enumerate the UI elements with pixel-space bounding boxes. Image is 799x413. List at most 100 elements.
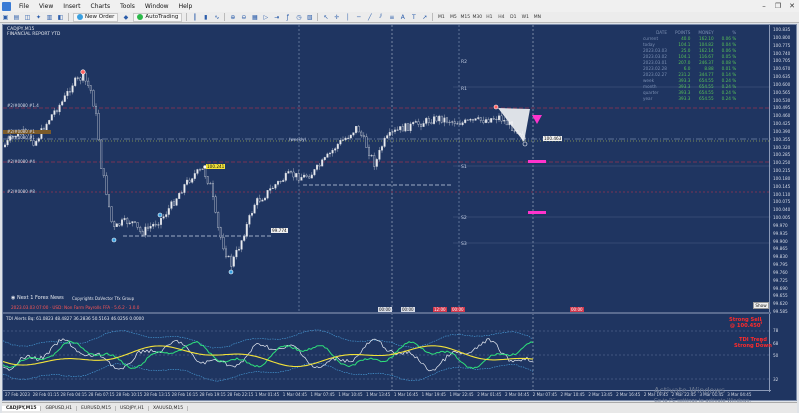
minimize-icon[interactable]: – xyxy=(757,2,771,10)
trendline-icon[interactable]: ╱ xyxy=(365,13,374,21)
price-axis[interactable]: 100.835 100.800 100.775 100.740 100.705 100.6… xyxy=(769,25,796,314)
text-icon[interactable]: A xyxy=(398,13,407,21)
indicators-icon[interactable]: ƒ xyxy=(283,13,292,21)
target-marker xyxy=(528,160,546,163)
tdi-market-base-line xyxy=(3,345,534,368)
chart-tab[interactable]: GBPUSD,H1 xyxy=(41,405,78,411)
restore-icon[interactable]: ❐ xyxy=(771,2,785,10)
metaeditor-icon[interactable]: ◆ xyxy=(121,13,130,21)
report-row: 2023.02.27 231.2 344.77 0.14 % xyxy=(639,71,740,77)
vertical-line-icon[interactable]: │ xyxy=(343,13,352,21)
menu-help[interactable]: Help xyxy=(174,3,198,10)
menu-window[interactable]: Window xyxy=(140,3,174,10)
price-tick: 99.620 xyxy=(773,301,788,307)
menu-tools[interactable]: Tools xyxy=(115,3,140,10)
market-watch-icon[interactable]: ◫ xyxy=(23,13,32,21)
candle-body xyxy=(277,181,280,185)
candle-body xyxy=(94,105,97,114)
level-label-s1: S1 xyxy=(461,165,467,170)
candle-body xyxy=(45,123,48,131)
candle-body xyxy=(362,135,365,137)
candle-body xyxy=(485,119,488,123)
new-chart-icon[interactable]: ▣ xyxy=(1,13,10,21)
new-order-label: New Order xyxy=(85,14,115,20)
navigator-icon[interactable]: ✦ xyxy=(34,13,43,21)
menu-insert[interactable]: Insert xyxy=(58,3,85,10)
candle-body xyxy=(50,114,53,121)
candle-body xyxy=(123,218,126,220)
bar-chart-icon[interactable]: ┃ xyxy=(190,13,199,21)
timeframe-m30[interactable]: M30 xyxy=(471,15,483,20)
zoom-out-icon[interactable]: ⊖ xyxy=(239,13,248,21)
candle-body xyxy=(305,174,308,177)
candle-body xyxy=(500,115,503,122)
menu-charts[interactable]: Charts xyxy=(86,3,116,10)
autotrading-button[interactable]: AutoTrading xyxy=(133,12,183,22)
candle-body xyxy=(118,223,121,226)
chart-tab[interactable]: CADJPY,M15 xyxy=(2,405,42,411)
profiles-icon[interactable]: ▤ xyxy=(12,13,21,21)
timeframe-h1[interactable]: H1 xyxy=(483,15,495,20)
candle-body xyxy=(274,184,277,189)
timeframe-d1[interactable]: D1 xyxy=(507,15,519,20)
autotrading-label: AutoTrading xyxy=(145,14,179,20)
chart-tab[interactable]: EURUSD,M15 xyxy=(77,405,116,411)
candle-body xyxy=(505,120,508,126)
swing-high-marker xyxy=(80,69,86,75)
crosshair-icon[interactable]: ✛ xyxy=(332,13,341,21)
swing-high-marker xyxy=(493,104,499,110)
candlestick-icon[interactable]: ▮ xyxy=(201,13,210,21)
timeframe-mn[interactable]: MN xyxy=(531,15,543,20)
timeframe-m5[interactable]: M5 xyxy=(447,15,459,20)
candle-body xyxy=(422,123,425,127)
timeframe-m1[interactable]: M1 xyxy=(435,15,447,20)
candle-body xyxy=(469,119,472,121)
indicator-tick: 32 xyxy=(773,377,779,382)
candle-body xyxy=(217,212,220,228)
timeframe-w1[interactable]: W1 xyxy=(519,15,531,20)
candle-body xyxy=(292,171,295,178)
candle-body xyxy=(37,138,40,142)
cursor-icon[interactable]: ↖ xyxy=(321,13,330,21)
candle-body xyxy=(105,175,108,195)
tile-icon[interactable]: ▦ xyxy=(250,13,259,21)
chart-tab[interactable]: XAUUSD,M15 xyxy=(149,405,189,411)
periods-icon[interactable]: ◷ xyxy=(294,13,303,21)
chart-tab[interactable]: USDJPY,H1 xyxy=(116,405,149,411)
close-icon[interactable]: ✕ xyxy=(785,2,799,10)
templates-icon[interactable]: ▧ xyxy=(305,13,314,21)
label-icon[interactable]: T xyxy=(409,13,418,21)
app-icon xyxy=(2,1,11,11)
new-order-button[interactable]: New Order xyxy=(73,12,119,22)
show-button[interactable]: Show xyxy=(753,302,769,309)
swing-low-marker xyxy=(111,237,117,243)
menu-view[interactable]: View xyxy=(34,3,58,10)
time-tick: 1 Mar 10:45 xyxy=(338,392,363,397)
chart-shift-icon[interactable]: ⇥ xyxy=(272,13,281,21)
arrows-icon[interactable]: ➚ xyxy=(420,13,429,21)
candle-body xyxy=(386,135,389,139)
tester-icon[interactable]: ◧ xyxy=(56,13,65,21)
line-chart-icon[interactable]: ∿ xyxy=(212,13,221,21)
autoscroll-icon[interactable]: ▷ xyxy=(261,13,270,21)
report-cell: 2023.02.27 xyxy=(643,71,667,77)
channel-icon[interactable]: ⫽ xyxy=(376,13,385,21)
report-cell: 2023.02.28 xyxy=(643,65,667,71)
financial-report-table: DATE POINTS MONEY % current 40.0 162.10 0.0… xyxy=(639,30,740,101)
terminal-icon[interactable]: ▥ xyxy=(45,13,54,21)
candle-body xyxy=(342,139,345,141)
fibonacci-icon[interactable]: ≡ xyxy=(387,13,396,21)
report-cell: 2023.03.03 xyxy=(643,47,667,53)
candle-body xyxy=(378,150,381,160)
timeframe-m15[interactable]: M15 xyxy=(459,15,471,20)
menu-file[interactable]: File xyxy=(14,3,34,10)
candle-body xyxy=(149,226,152,229)
price-tick: 99.865 xyxy=(773,246,788,252)
candle-body xyxy=(32,140,35,146)
chart-window[interactable]: CADJPY,M15 FINANCIAL REPORT YTD #2/#0080… xyxy=(2,24,797,401)
horizontal-line-icon[interactable]: ─ xyxy=(354,13,363,21)
candle-body xyxy=(131,221,134,224)
timeframe-h4[interactable]: H4 xyxy=(495,15,507,20)
zoom-in-icon[interactable]: ⊕ xyxy=(228,13,237,21)
pane-separator[interactable] xyxy=(3,312,771,314)
